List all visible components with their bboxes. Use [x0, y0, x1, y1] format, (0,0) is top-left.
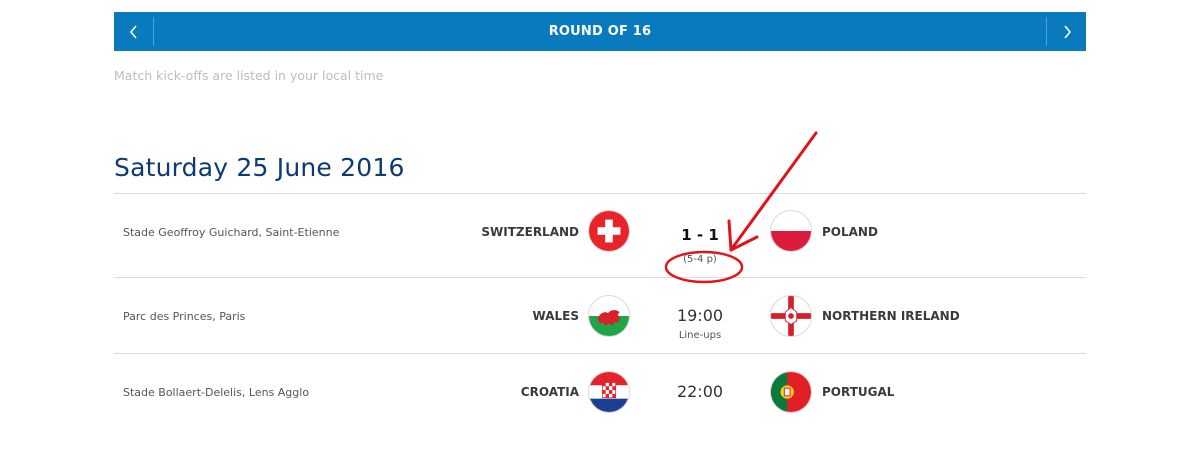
previous-round-button[interactable]: [114, 17, 154, 46]
stadium-name: Stade Bollaert-Delelis, Lens Agglo: [123, 386, 310, 399]
kickoff-time: 19:00: [676, 306, 724, 325]
match-row[interactable]: Stade Bollaert-Delelis, Lens Agglo CROAT…: [114, 354, 1086, 430]
away-team-name[interactable]: PORTUGAL: [822, 385, 894, 399]
switzerland-flag-icon: [588, 210, 630, 252]
croatia-flag-icon: [588, 371, 630, 413]
away-team-name[interactable]: NORTHERN IRELAND: [822, 309, 960, 323]
score-block[interactable]: 19:00 Line-ups: [650, 306, 750, 341]
date-heading: Saturday 25 June 2016: [114, 153, 405, 182]
poland-flag-icon: [770, 210, 812, 252]
kickoff-time: 22:00: [676, 382, 724, 401]
away-team-name[interactable]: POLAND: [822, 225, 878, 239]
score-block[interactable]: 1 - 1 (5-4 p): [650, 226, 750, 265]
chevron-left-icon: [129, 24, 137, 39]
home-team-name[interactable]: WALES: [533, 309, 579, 323]
match-score: 1 - 1: [681, 226, 719, 244]
match-row[interactable]: Stade Geoffroy Guichard, Saint-Etienne S…: [114, 194, 1086, 270]
wales-flag-icon: [588, 295, 630, 337]
score-block[interactable]: 22:00: [650, 382, 750, 401]
next-round-button[interactable]: [1046, 17, 1086, 46]
northern-ireland-flag-icon: [770, 295, 812, 337]
round-navigation-bar: ROUND OF 16: [114, 12, 1086, 51]
penalty-score: (5-4 p): [683, 254, 717, 265]
stadium-name: Stade Geoffroy Guichard, Saint-Etienne: [123, 226, 340, 239]
lineups-link[interactable]: Line-ups: [650, 330, 750, 341]
match-row[interactable]: Parc des Princes, Paris WALES 19:00 Line…: [114, 278, 1086, 354]
home-team-name[interactable]: SWITZERLAND: [481, 225, 579, 239]
portugal-flag-icon: [770, 371, 812, 413]
home-team-name[interactable]: CROATIA: [521, 385, 579, 399]
chevron-right-icon: [1063, 24, 1071, 39]
local-time-note: Match kick-offs are listed in your local…: [114, 68, 384, 83]
round-title: ROUND OF 16: [548, 24, 652, 39]
stadium-name: Parc des Princes, Paris: [123, 310, 246, 323]
